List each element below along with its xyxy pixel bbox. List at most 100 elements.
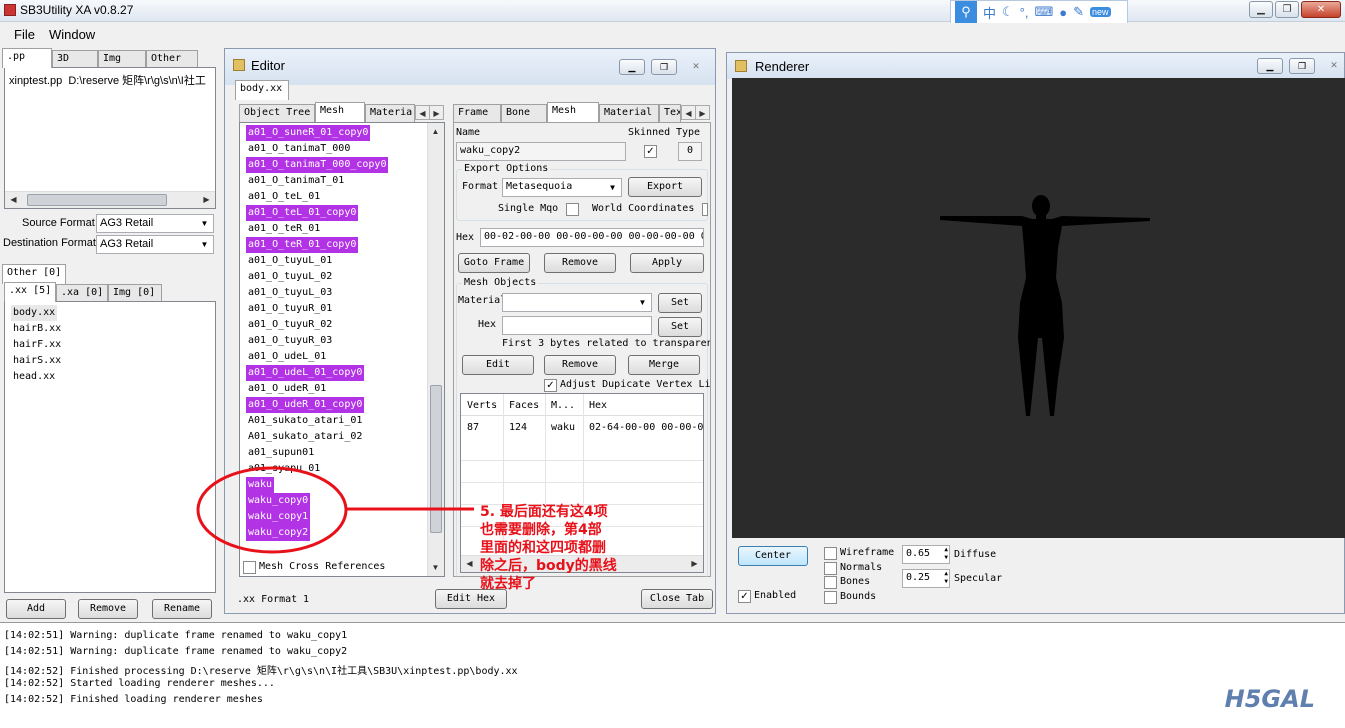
- mesh-list-item[interactable]: a01_O_tuyuL_03: [246, 285, 334, 301]
- scroll-down-icon[interactable]: ▼: [428, 560, 443, 575]
- edit-button[interactable]: Edit: [462, 355, 534, 375]
- rename-button[interactable]: Rename: [152, 599, 212, 619]
- render-viewport[interactable]: [732, 78, 1345, 538]
- wireframe-checkbox[interactable]: [824, 547, 837, 560]
- minimize-button[interactable]: ▁: [1257, 58, 1283, 74]
- minimize-button[interactable]: ▁: [619, 59, 645, 75]
- mesh-list-item[interactable]: waku_copy1: [246, 509, 311, 525]
- tab-xx[interactable]: .xx [5]: [4, 282, 56, 302]
- apply-button[interactable]: Apply: [630, 253, 704, 273]
- remove-button[interactable]: Remove: [78, 599, 138, 619]
- mesh-list-item[interactable]: a01_O_udeL_01: [246, 349, 328, 365]
- material-select[interactable]: ▼: [502, 293, 652, 312]
- adjust-duplicate-checkbox[interactable]: ✓: [544, 379, 557, 392]
- diffuse-stepper[interactable]: 0.65 ▲ ▼: [902, 545, 950, 564]
- pp-file-list[interactable]: xinptest.pp D:\reserve 矩阵\r\g\s\n\I社工 ◀ …: [4, 67, 216, 209]
- hex-field[interactable]: 00-02-00-00 00-00-00-00 00-00-00-00 0: [480, 228, 704, 247]
- search-icon[interactable]: ⚲: [955, 1, 977, 23]
- goto-frame-button[interactable]: Goto Frame: [458, 253, 530, 273]
- maximize-button[interactable]: ❐: [1275, 1, 1299, 18]
- menu-file[interactable]: File: [14, 27, 35, 42]
- scroll-up-icon[interactable]: ▲: [428, 124, 443, 139]
- scroll-thumb[interactable]: [27, 194, 167, 206]
- source-format-select[interactable]: AG3 Retail ▼: [96, 214, 214, 233]
- tab-frame[interactable]: Frame: [453, 104, 501, 122]
- enabled-checkbox[interactable]: ✓: [738, 590, 751, 603]
- maximize-button[interactable]: ❐: [651, 59, 677, 75]
- set-material-button[interactable]: Set: [658, 293, 702, 313]
- specular-stepper[interactable]: 0.25 ▲ ▼: [902, 569, 950, 588]
- grid-header-material[interactable]: M...: [551, 400, 575, 411]
- menu-window[interactable]: Window: [49, 27, 95, 42]
- grid-header-hex[interactable]: Hex: [589, 400, 607, 411]
- xx-file-list[interactable]: body.xx hairB.xx hairF.xx hairS.xx head.…: [4, 301, 216, 593]
- tab-img[interactable]: Img: [98, 50, 146, 68]
- scroll-right-icon[interactable]: ▶: [687, 556, 702, 571]
- minimize-button[interactable]: ▁: [1249, 1, 1273, 18]
- wrench-icon[interactable]: ✎: [1073, 4, 1084, 20]
- world-coordinates-checkbox[interactable]: [702, 203, 708, 216]
- mesh-list-item[interactable]: a01_O_tuyuL_02: [246, 269, 334, 285]
- punctuation-icon[interactable]: °,: [1020, 5, 1029, 20]
- close-button[interactable]: ✕: [683, 59, 709, 75]
- tab-pp[interactable]: .pp: [2, 48, 52, 68]
- mesh-list-item[interactable]: a01_O_tanimaT_000_copy0: [246, 157, 389, 173]
- grid-header-faces[interactable]: Faces: [509, 400, 539, 411]
- mesh-list-item[interactable]: a01_O_tuyuL_01: [246, 253, 334, 269]
- list-item[interactable]: hairB.xx: [11, 321, 63, 337]
- tab-other-count[interactable]: Other [0]: [2, 264, 66, 284]
- tab-material-detail[interactable]: Material: [599, 104, 659, 122]
- close-button[interactable]: ✕: [1301, 1, 1341, 18]
- tab-scroll-left-icon[interactable]: ◀: [415, 105, 430, 120]
- list-item[interactable]: hairF.xx: [11, 337, 63, 353]
- list-item[interactable]: hairS.xx: [11, 353, 63, 369]
- tab-scroll-right-icon[interactable]: ▶: [695, 105, 710, 120]
- mesh-list-item[interactable]: a01_O_teL_01: [246, 189, 322, 205]
- mesh-cross-references-checkbox[interactable]: [243, 561, 256, 574]
- mesh-list-item[interactable]: a01_O_teR_01_copy0: [246, 237, 359, 253]
- mesh-list-item[interactable]: a01_O_teR_01: [246, 221, 322, 237]
- mesh-list-item[interactable]: A01_sukato_atari_02: [246, 429, 364, 445]
- skinned-checkbox[interactable]: ✓: [644, 145, 657, 158]
- name-field[interactable]: waku_copy2: [456, 142, 626, 161]
- mesh-list-item[interactable]: a01_O_udeR_01_copy0: [246, 397, 365, 413]
- scroll-thumb[interactable]: [430, 385, 442, 533]
- mesh-list-item[interactable]: a01_O_tuyuR_03: [246, 333, 334, 349]
- list-item[interactable]: head.xx: [11, 369, 57, 385]
- mesh-list-item[interactable]: a01_O_suneR_01_copy0: [246, 125, 371, 141]
- tab-mesh[interactable]: Mesh: [315, 102, 365, 122]
- mesh-list-item[interactable]: waku: [246, 477, 275, 493]
- tab-scroll-right-icon[interactable]: ▶: [429, 105, 444, 120]
- mesh-list-item[interactable]: waku_copy0: [246, 493, 311, 509]
- tab-mesh-detail[interactable]: Mesh: [547, 102, 599, 122]
- mesh-object-hex-field[interactable]: [502, 316, 652, 335]
- tab-texture[interactable]: Tex: [659, 104, 681, 122]
- bounds-checkbox[interactable]: [824, 591, 837, 604]
- stepper-arrows-icon[interactable]: ▲ ▼: [944, 570, 948, 586]
- remove-mesh-button[interactable]: Remove: [544, 253, 616, 273]
- mesh-list-item[interactable]: a01_O_teL_01_copy0: [246, 205, 359, 221]
- log-panel[interactable]: [14:02:51] Warning: duplicate frame rena…: [0, 622, 1345, 728]
- new-icon[interactable]: new: [1090, 7, 1111, 17]
- mesh-list-item[interactable]: a01_O_udeL_01_copy0: [246, 365, 365, 381]
- list-item[interactable]: body.xx: [11, 305, 58, 321]
- mesh-list-item[interactable]: waku_copy2: [246, 525, 311, 541]
- normals-checkbox[interactable]: [824, 562, 837, 575]
- pp-list-hscrollbar[interactable]: ◀ ▶: [5, 191, 215, 208]
- set-hex-button[interactable]: Set: [658, 317, 702, 337]
- tab-xa[interactable]: .xa [0]: [56, 284, 108, 302]
- ime-chinese-icon[interactable]: 中: [983, 3, 996, 22]
- mesh-list-item[interactable]: A01_sukato_atari_01: [246, 413, 364, 429]
- mesh-list-item[interactable]: a01_O_tanimaT_01: [246, 173, 346, 189]
- moon-icon[interactable]: ☾: [1002, 4, 1014, 20]
- format-select[interactable]: Metasequoia ▼: [502, 178, 622, 197]
- center-button[interactable]: Center: [738, 546, 808, 566]
- scroll-right-icon[interactable]: ▶: [199, 192, 214, 207]
- mesh-list-item[interactable]: a01_O_udeR_01: [246, 381, 328, 397]
- mesh-list-item[interactable]: a01_O_tuyuR_02: [246, 317, 334, 333]
- add-button[interactable]: Add: [6, 599, 66, 619]
- close-button[interactable]: ✕: [1321, 58, 1345, 74]
- tab-img-count[interactable]: Img [0]: [108, 284, 162, 302]
- remove-object-button[interactable]: Remove: [544, 355, 616, 375]
- mesh-list-scrollbar[interactable]: ▲ ▼: [427, 123, 444, 576]
